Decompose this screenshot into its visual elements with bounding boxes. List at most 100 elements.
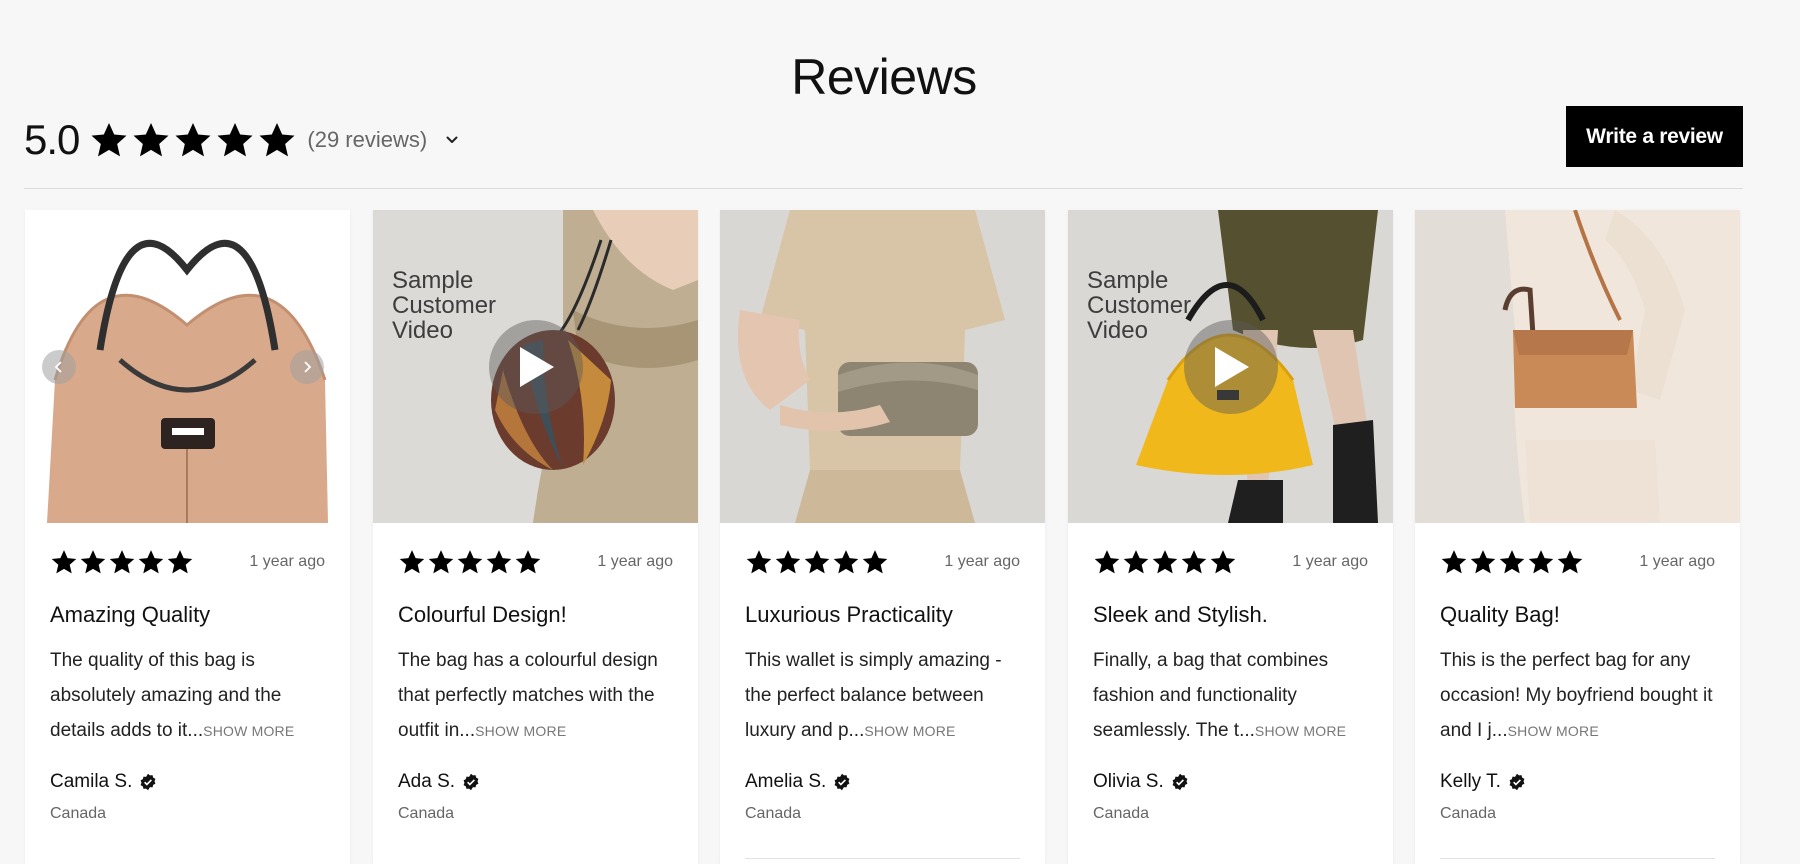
star-icon xyxy=(428,550,454,574)
star-icon xyxy=(833,550,859,574)
star-icon xyxy=(1123,550,1149,574)
author-name: Camila S. xyxy=(50,771,133,792)
review-card: 1 year ago Quality Bag! This is the perf… xyxy=(1415,210,1740,864)
star-icon xyxy=(1499,550,1525,574)
verified-badge-icon xyxy=(1509,773,1525,791)
star-icon xyxy=(1557,550,1583,574)
review-stars xyxy=(1440,548,1584,576)
star-icon xyxy=(109,550,135,574)
review-date: 1 year ago xyxy=(1639,553,1715,570)
verified-badge-icon xyxy=(834,773,850,791)
author-country: Canada xyxy=(1093,805,1150,822)
review-text: This is the perfect bag for any occasion… xyxy=(1440,643,1715,748)
review-title: Colourful Design! xyxy=(398,602,567,627)
star-icon xyxy=(399,550,425,574)
chevron-left-icon[interactable] xyxy=(42,350,76,384)
star-icon xyxy=(486,550,512,574)
review-date: 1 year ago xyxy=(597,553,673,570)
show-more-link[interactable]: SHOW MORE xyxy=(864,723,955,739)
star-icon xyxy=(175,123,211,157)
star-icon xyxy=(259,123,295,157)
play-icon[interactable] xyxy=(1184,320,1278,414)
review-author: Kelly T. xyxy=(1440,771,1715,793)
review-image[interactable] xyxy=(720,210,1045,523)
review-date: 1 year ago xyxy=(1292,553,1368,570)
author-name: Ada S. xyxy=(398,771,456,792)
review-card: 1 year ago Luxurious Practicality This w… xyxy=(720,210,1045,864)
show-more-link[interactable]: SHOW MORE xyxy=(203,723,294,739)
star-icon xyxy=(515,550,541,574)
play-icon[interactable] xyxy=(489,320,583,414)
review-video[interactable]: Sample Customer Video xyxy=(1068,210,1393,523)
author-name: Amelia S. xyxy=(745,771,827,792)
review-image[interactable] xyxy=(1415,210,1740,523)
review-stars xyxy=(1093,548,1237,576)
star-icon xyxy=(51,550,77,574)
review-count: (29 reviews) xyxy=(307,127,428,152)
show-more-link[interactable]: SHOW MORE xyxy=(475,723,566,739)
review-stars xyxy=(745,548,889,576)
wallet-photo xyxy=(720,210,1045,523)
review-card: Sample Customer Video 1 year ago Colourf… xyxy=(373,210,698,864)
section-title: Reviews xyxy=(791,48,977,105)
write-review-button[interactable]: Write a review xyxy=(1566,106,1743,167)
review-video[interactable]: Sample Customer Video xyxy=(373,210,698,523)
review-title: Sleek and Stylish. xyxy=(1093,602,1268,627)
star-icon xyxy=(1181,550,1207,574)
star-icon xyxy=(775,550,801,574)
review-text: The quality of this bag is absolutely am… xyxy=(50,643,325,748)
review-title: Amazing Quality xyxy=(50,602,211,627)
verified-badge-icon xyxy=(463,773,479,791)
review-date: 1 year ago xyxy=(249,553,325,570)
review-author: Amelia S. xyxy=(745,771,1020,793)
chevron-down-icon[interactable] xyxy=(445,133,459,147)
review-stars xyxy=(50,548,194,576)
star-icon xyxy=(1152,550,1178,574)
star-icon xyxy=(91,123,127,157)
star-icon xyxy=(746,550,772,574)
show-more-link[interactable]: SHOW MORE xyxy=(1508,723,1599,739)
review-card: Sample Customer Video 1 year ago Sleek a… xyxy=(1068,210,1393,864)
bag-photo xyxy=(1415,210,1740,523)
verified-badge-icon xyxy=(1172,773,1188,791)
star-icon xyxy=(1528,550,1554,574)
review-stars xyxy=(398,548,542,576)
star-icon xyxy=(80,550,106,574)
star-icon xyxy=(804,550,830,574)
divider xyxy=(24,188,1743,189)
author-name: Kelly T. xyxy=(1440,771,1501,792)
review-text: This wallet is simply amazing - the perf… xyxy=(745,643,1020,748)
sample-video-label: Sample Customer Video xyxy=(392,267,497,344)
sample-video-label: Sample Customer Video xyxy=(1087,267,1192,344)
star-icon xyxy=(1441,550,1467,574)
rating-summary: 5.0 (29 reviews) xyxy=(24,112,459,168)
review-text: Finally, a bag that combines fashion and… xyxy=(1093,643,1368,748)
review-image[interactable] xyxy=(25,210,350,523)
author-country: Canada xyxy=(398,805,455,822)
star-icon xyxy=(1094,550,1120,574)
card-footer-divider xyxy=(745,858,1020,864)
card-footer-divider xyxy=(1440,858,1715,864)
star-icon xyxy=(138,550,164,574)
review-cards: 1 year ago Amazing Quality The quality o… xyxy=(25,210,1745,864)
review-title: Luxurious Practicality xyxy=(745,602,953,627)
average-stars xyxy=(89,120,297,160)
verified-badge-icon xyxy=(140,773,156,791)
review-author: Camila S. xyxy=(50,771,325,793)
author-name: Olivia S. xyxy=(1093,771,1164,792)
star-icon xyxy=(1470,550,1496,574)
review-title: Quality Bag! xyxy=(1440,602,1560,627)
show-more-link[interactable]: SHOW MORE xyxy=(1255,723,1346,739)
star-icon xyxy=(862,550,888,574)
star-icon xyxy=(133,123,169,157)
author-country: Canada xyxy=(50,805,107,822)
average-rating: 5.0 xyxy=(24,116,80,163)
star-icon xyxy=(1210,550,1236,574)
author-country: Canada xyxy=(1440,805,1497,822)
review-author: Olivia S. xyxy=(1093,771,1368,793)
star-icon xyxy=(457,550,483,574)
chevron-right-icon[interactable] xyxy=(290,350,324,384)
review-card: 1 year ago Amazing Quality The quality o… xyxy=(25,210,350,864)
review-date: 1 year ago xyxy=(944,553,1020,570)
star-icon xyxy=(217,123,253,157)
